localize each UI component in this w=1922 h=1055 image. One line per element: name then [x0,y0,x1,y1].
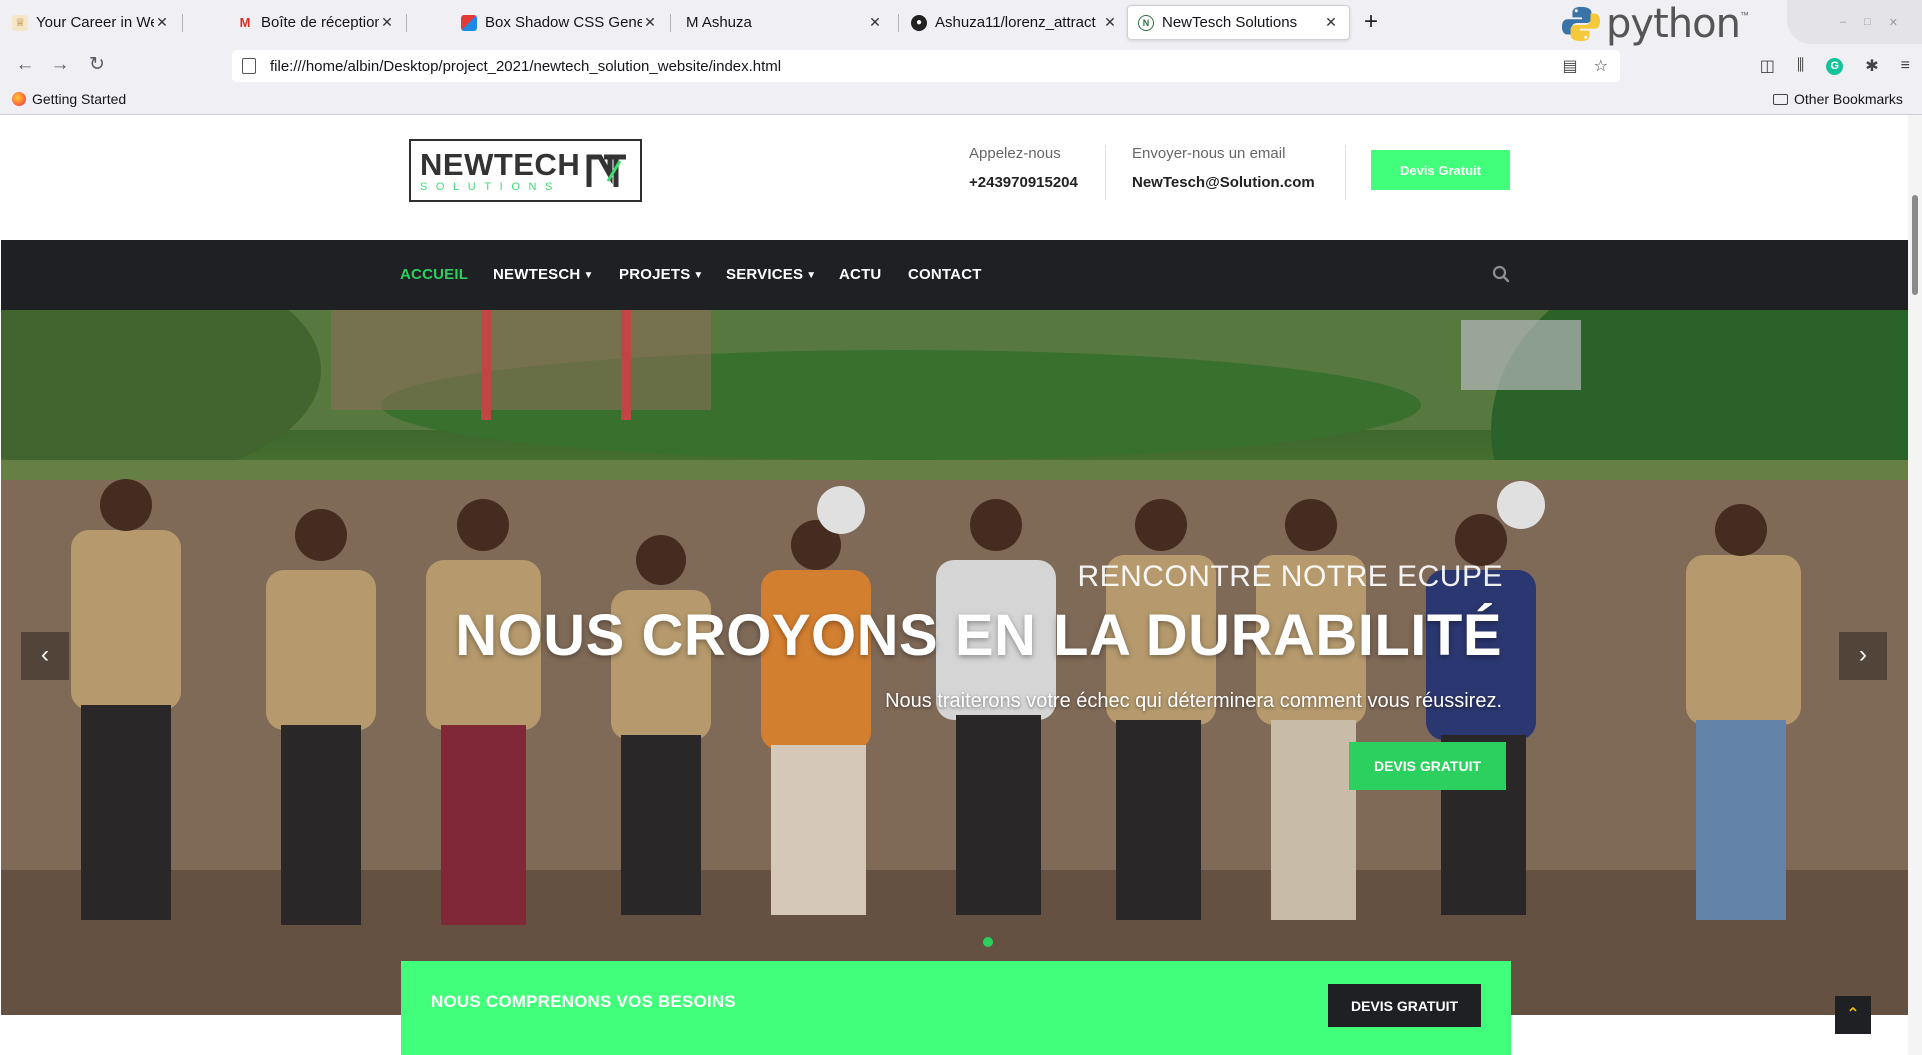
extensions-icon[interactable]: ✱ [1865,56,1878,76]
firefox-icon [12,92,26,106]
newtech-favicon-icon: N [1138,14,1154,31]
python-snake-icon [1562,6,1600,42]
main-navigation: ACCUEIL NEWTESCH ▼ PROJETS ▼ SERVICES ▼ ACT… [1,240,1908,310]
website-viewport: NEWTECH SOLUTIONS Appelez-nous +24397091… [1,115,1908,1055]
page-icon [242,58,256,74]
badge-favicon-icon: ♕ [12,14,28,31]
grammarly-icon[interactable]: G [1826,57,1844,75]
slider-prev-icon[interactable]: ‹ [21,632,69,680]
tab-github[interactable]: ● Ashuza11/lorenz_attract ✕ [901,5,1128,40]
other-bookmarks[interactable]: Other Bookmarks [1773,91,1903,107]
logo-nt-mark-icon [586,154,627,187]
forward-arrow-icon[interactable]: → [47,52,73,78]
nav-label: PROJETS [619,266,691,283]
hero-quote-button[interactable]: DEVIS GRATUIT [1349,742,1506,790]
tab-title: Your Career in Web Deve [36,14,154,31]
hero-subtitle: Nous traiterons votre échec qui détermin… [885,690,1502,712]
url-bar[interactable]: file:///home/albin/Desktop/project_2021/… [232,50,1620,82]
url-text[interactable]: file:///home/albin/Desktop/project_2021/… [270,58,781,75]
tab-title: Box Shadow CSS Generat [485,14,642,31]
python-logo: python ™ [1562,1,1749,47]
back-to-top-icon[interactable]: ⌃ [1835,996,1871,1034]
reload-icon[interactable]: ↻ [84,52,110,78]
close-tab-icon[interactable]: ✕ [379,14,395,31]
close-window-icon[interactable]: ✕ [1889,16,1898,29]
logo-word-sub: SOLUTIONS [420,180,561,193]
slider-dot-active[interactable] [983,937,993,947]
close-tab-icon[interactable]: ✕ [642,14,658,31]
navigation-toolbar: ← → ↻ file:///home/albin/Desktop/project… [0,44,1922,86]
logo-word-main: NEWTECH [420,146,581,182]
phone-label: Appelez-nous [969,145,1061,162]
window-controls: – □ ✕ [1787,0,1922,44]
tab-ashuza[interactable]: M Ashuza ✕ [676,5,893,40]
email-address[interactable]: NewTesch@Solution.com [1132,174,1315,191]
nav-accueil[interactable]: ACCUEIL [400,266,468,283]
nav-label: NEWTESCH [493,266,581,283]
close-tab-icon[interactable]: ✕ [1102,14,1118,31]
site-header: NEWTECH SOLUTIONS Appelez-nous +24397091… [1,115,1908,240]
tab-gmail[interactable]: M Boîte de réception (204) - ✕ [227,5,405,40]
site-logo[interactable]: NEWTECH SOLUTIONS [409,139,642,202]
chevron-down-icon: ▼ [693,270,704,281]
hero-title: NOUS CROYONS EN LA DURABILITÉ [455,603,1502,668]
email-block: Envoyer-nous un email NewTesch@Solution.… [1132,145,1315,191]
email-label: Envoyer-nous un email [1132,145,1286,162]
phone-number[interactable]: +243970915204 [969,174,1078,191]
menu-icon[interactable]: ≡ [1901,57,1910,75]
gmail-icon: M [239,15,251,30]
nav-newtesch[interactable]: NEWTESCH ▼ [493,266,594,283]
nav-label: CONTACT [908,266,982,283]
scrollbar-thumb[interactable] [1912,195,1918,295]
chevron-down-icon: ▼ [583,270,594,281]
nav-label: ACTU [839,266,882,283]
github-icon: ● [911,14,927,31]
python-wordmark: python [1606,1,1741,47]
phone-block: Appelez-nous +243970915204 [969,145,1078,191]
minimize-icon[interactable]: – [1840,16,1846,28]
close-tab-icon[interactable]: ✕ [1323,14,1339,31]
bookmark-getting-started[interactable]: Getting Started [12,91,126,107]
hero-eyebrow: RENCONTRE NOTRE ECUPE [1077,560,1503,593]
new-tab-button[interactable]: + [1357,9,1385,37]
cta-text: NOUS COMPRENONS VOS BESOINS [431,992,736,1011]
python-trademark: ™ [1739,10,1749,20]
bookmark-label: Getting Started [32,91,127,107]
nav-actu[interactable]: ACTU [839,266,881,283]
maximize-icon[interactable]: □ [1864,16,1871,28]
cta-quote-button[interactable]: DEVIS GRATUIT [1328,984,1481,1027]
tab-newtesch[interactable]: N NewTesch Solutions ✕ [1127,5,1350,40]
reader-view-icon[interactable]: ▤ [1563,56,1578,76]
close-tab-icon[interactable]: ✕ [867,14,883,31]
nav-label: SERVICES [726,266,804,283]
folder-icon [1773,93,1788,105]
tab-title: NewTesch Solutions [1162,14,1298,31]
nav-contact[interactable]: CONTACT [908,266,982,283]
slider-next-icon[interactable]: › [1839,632,1887,680]
chevron-down-icon: ▼ [806,270,817,281]
tab-web-career[interactable]: ♕ Your Career in Web Deve ✕ [2,5,180,40]
page-scrollbar[interactable] [1908,115,1922,1055]
bookmark-star-icon[interactable]: ☆ [1594,56,1608,76]
pocket-icon[interactable]: ◫ [1760,56,1775,76]
search-icon[interactable] [1492,265,1510,283]
browser-chrome: ♕ Your Career in Web Deve ✕ M Boîte de r… [0,0,1922,115]
box-shadow-favicon-icon [461,14,477,31]
tab-title: M Ashuza [686,14,752,31]
tab-title: Boîte de réception (204) - [261,14,379,31]
tab-bar: ♕ Your Career in Web Deve ✕ M Boîte de r… [0,0,1922,47]
bookmark-label: Other Bookmarks [1794,91,1903,107]
hero-slider: RENCONTRE NOTRE ECUPE NOUS CROYONS EN LA… [1,310,1908,1015]
free-quote-button[interactable]: Devis Gratuit [1371,150,1510,190]
tab-title: Ashuza11/lorenz_attract [935,14,1096,31]
nav-projets[interactable]: PROJETS ▼ [619,266,704,283]
back-arrow-icon[interactable]: ← [12,52,38,78]
tab-box-shadow[interactable]: Box Shadow CSS Generat ✕ [451,5,668,40]
bookmarks-bar: Getting Started Other Bookmarks [0,86,1922,114]
library-icon[interactable]: ⫼ [1797,57,1804,75]
nav-label: ACCUEIL [400,266,469,283]
nav-services[interactable]: SERVICES ▼ [726,266,816,283]
close-tab-icon[interactable]: ✕ [154,14,170,31]
cta-band: NOUS COMPRENONS VOS BESOINS DEVIS GRATUI… [401,961,1511,1055]
